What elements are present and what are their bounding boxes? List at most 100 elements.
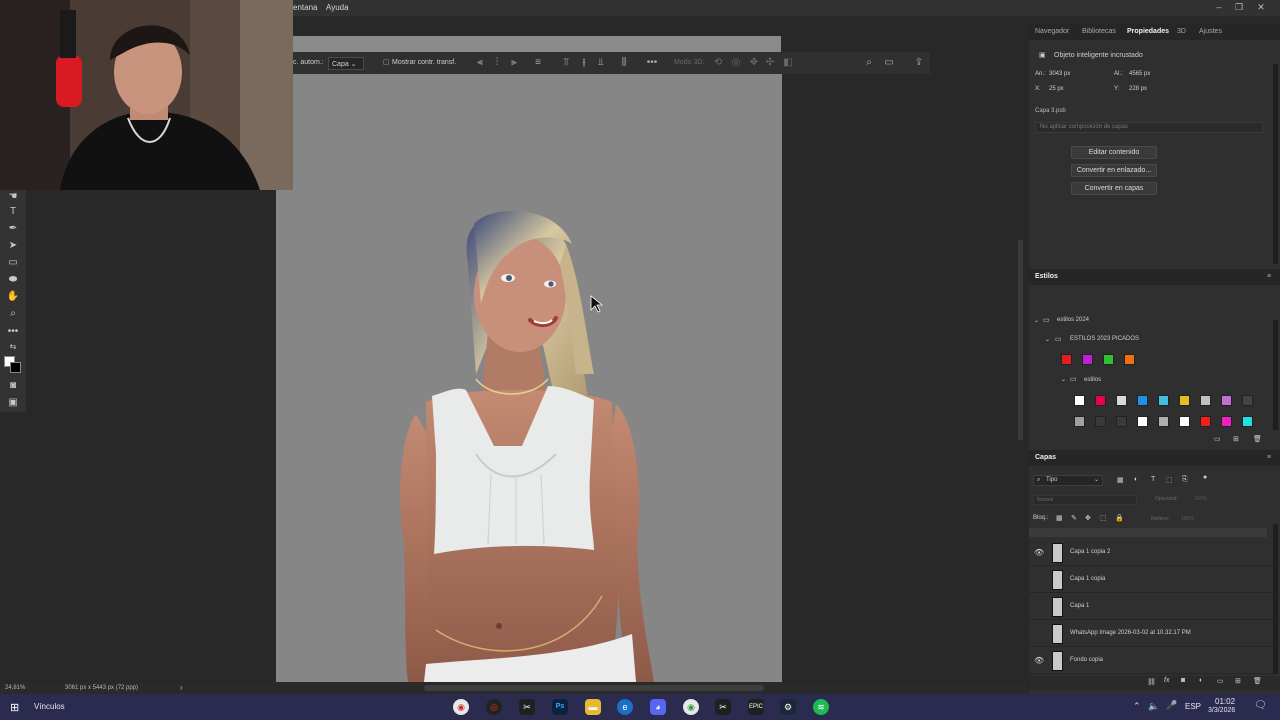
quick-mask-icon[interactable]: ◙ [5,379,21,393]
new-group-icon[interactable]: ▭ [1217,677,1224,685]
lock-all-icon[interactable]: 🔒 [1115,514,1124,522]
document-canvas[interactable] [276,74,782,682]
clock-time[interactable]: 01:02 [1215,697,1235,706]
style-swatch[interactable] [1158,395,1169,406]
windows-start-icon[interactable]: ⊞ [10,701,19,714]
show-transform-label[interactable]: Mostrar contr. transf. [392,59,456,66]
properties-scrollbar[interactable] [1273,64,1278,264]
chrome-alt-icon[interactable]: ◉ [683,699,699,715]
chevron-down-icon[interactable]: ⌄ [1045,336,1050,343]
layer-name[interactable]: WhatsApp Image 2026-03-02 at 10.32.17 PM [1070,630,1191,636]
layer-row[interactable]: WhatsApp Image 2026-03-02 at 10.32.17 PM [1029,621,1273,647]
rotate-3d-icon[interactable]: ⟲ [712,57,724,69]
align-middle-icon[interactable]: ⫲ [578,57,590,69]
styles-group-root[interactable]: estilos 2024 [1057,317,1089,323]
layers-menu-icon[interactable]: ≡ [1267,454,1271,461]
tab-capas[interactable]: Capas [1035,454,1056,461]
style-swatch[interactable] [1074,395,1085,406]
filter-toggle-icon[interactable]: ● [1203,474,1207,481]
style-swatch[interactable] [1221,416,1232,427]
layer-row[interactable]: 👁 Fondo copia [1029,648,1273,674]
steam-icon[interactable]: ⚙ [780,699,796,715]
layer-comp-select[interactable]: No aplicar composición de capas [1035,122,1263,133]
layer-row[interactable]: Capa 1 [1029,594,1273,620]
path-select-tool-icon[interactable]: ➤ [5,239,21,253]
close-icon[interactable]: ✕ [1256,2,1266,12]
lock-artboard-icon[interactable]: ⬚ [1100,514,1107,522]
file-explorer-icon[interactable]: ▬ [585,699,601,715]
obs-icon[interactable]: ◎ [486,699,502,715]
minimize-icon[interactable]: – [1214,2,1224,12]
adjustment-filter-icon[interactable]: ◐ [1134,476,1138,483]
widget-label[interactable]: Vínculos [34,702,65,711]
smudge-tool-icon[interactable]: ☚ [5,190,21,204]
style-swatch[interactable] [1074,416,1085,427]
lock-pixels-icon[interactable]: ✎ [1071,514,1077,522]
fx-icon[interactable]: fx [1164,677,1169,684]
style-swatch[interactable] [1116,395,1127,406]
distribute-vertical-icon[interactable]: ⫼ [618,57,630,69]
horizontal-scrollbar[interactable] [424,685,764,691]
rectangle-tool-icon[interactable]: ▭ [5,256,21,270]
share-icon[interactable]: ⇪ [913,57,925,69]
scale-3d-icon[interactable]: ◧ [782,57,794,69]
styles-scrollbar[interactable] [1273,320,1278,430]
style-swatch[interactable] [1137,395,1148,406]
style-swatch[interactable] [1095,416,1106,427]
type-filter-icon[interactable]: T [1151,476,1155,483]
more-tools-icon[interactable]: ••• [5,325,21,339]
tab-ajustes[interactable]: Ajustes [1199,28,1222,35]
spotify-icon[interactable]: ≋ [813,699,829,715]
styles-menu-icon[interactable]: ≡ [1267,273,1271,280]
style-swatch[interactable] [1061,354,1072,365]
roll-3d-icon[interactable]: ◎ [730,57,742,69]
shape-tool-icon[interactable]: ⬬ [5,273,21,287]
visibility-eye-icon[interactable] [1034,575,1044,585]
distribute-icon[interactable]: ≡ [532,57,544,69]
convert-to-layers-button[interactable]: Convertir en capas [1071,182,1157,195]
tab-propiedades[interactable]: Propiedades [1127,28,1169,35]
tab-bibliotecas[interactable]: Bibliotecas [1082,28,1116,35]
type-tool-icon[interactable]: T [5,205,21,219]
chevron-right-icon[interactable]: › [180,683,183,692]
style-swatch[interactable] [1200,395,1211,406]
layer-row-partial[interactable] [1029,528,1267,537]
new-style-icon[interactable]: ⊞ [1233,435,1239,443]
link-layers-icon[interactable]: ⛓ [1147,678,1156,686]
photoshop-icon[interactable]: Ps [552,699,568,715]
styles-group-sub2[interactable]: estilos [1084,377,1101,383]
style-swatch[interactable] [1082,354,1093,365]
microphone-icon[interactable]: 🎤 [1166,700,1177,711]
styles-group-sub[interactable]: ESTILOS 2023 PICADOS [1070,336,1139,342]
swap-colors-icon[interactable]: ⇆ [5,340,21,354]
visibility-eye-icon[interactable] [1034,602,1044,612]
style-swatch[interactable] [1242,416,1253,427]
layer-name[interactable]: Fondo copia [1070,657,1103,663]
layer-name[interactable]: Capa 1 [1070,603,1089,609]
clock-date[interactable]: 3/3/2026 [1208,707,1235,714]
new-group-icon[interactable]: ▭ [1214,435,1221,443]
style-swatch[interactable] [1116,416,1127,427]
hand-tool-icon[interactable]: ✋ [5,290,21,304]
fill-field[interactable]: 100% [1181,516,1194,522]
vertical-scrollbar[interactable] [1018,240,1023,440]
visibility-eye-icon[interactable] [1034,629,1044,639]
chrome-icon[interactable]: ◉ [453,699,469,715]
trash-icon[interactable]: 🗑 [1253,435,1262,443]
zoom-tool-icon[interactable]: ⌕ [5,307,21,321]
chevron-down-icon[interactable]: ⌄ [1034,317,1039,324]
zoom-level[interactable]: 24,81% [5,685,25,691]
align-top-icon[interactable]: ⫪ [560,57,572,69]
menu-item-ayuda[interactable]: Ayuda [326,3,349,12]
edge-icon[interactable]: e [617,699,633,715]
drag-3d-icon[interactable]: ✥ [748,57,760,69]
lock-transparency-icon[interactable]: ▦ [1056,514,1063,522]
edit-contents-button[interactable]: Editar contenido [1071,146,1157,159]
add-mask-icon[interactable]: ◙ [1181,677,1185,684]
style-swatch[interactable] [1103,354,1114,365]
height-field[interactable]: 4565 px [1129,71,1150,81]
restore-icon[interactable]: ❐ [1234,2,1244,12]
tab-3d[interactable]: 3D [1177,28,1186,35]
layer-row[interactable]: Capa 1 copia [1029,567,1273,593]
style-swatch[interactable] [1221,395,1232,406]
